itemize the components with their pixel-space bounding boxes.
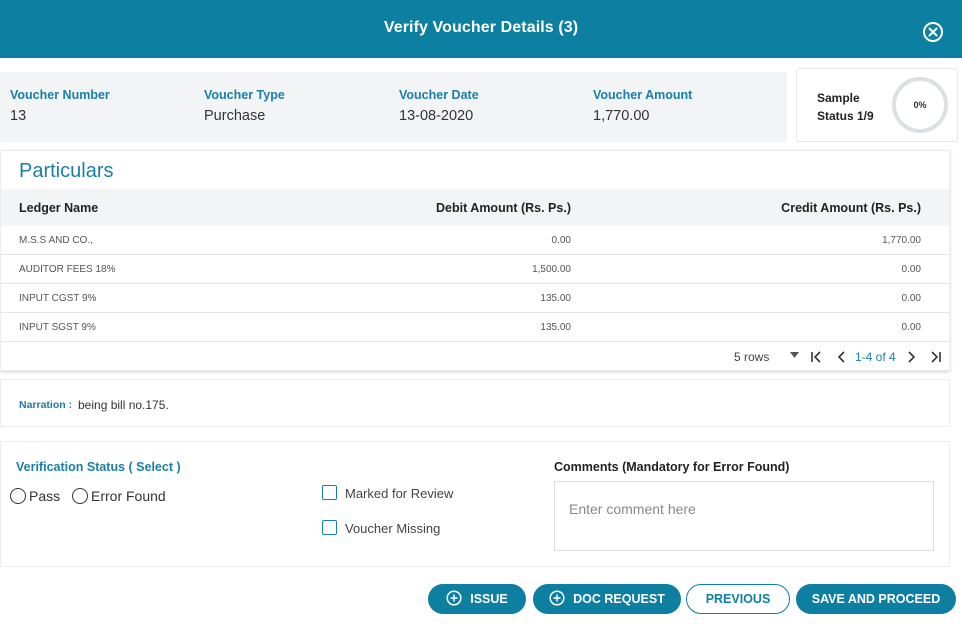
- pass-label[interactable]: Pass: [29, 488, 60, 504]
- table-row: M.S.S AND CO., 0.00 1,770.00: [1, 226, 949, 255]
- voucher-amount-field: Voucher Amount 1,770.00: [593, 88, 692, 124]
- row-ledger-name: M.S.S AND CO.,: [19, 235, 93, 246]
- voucher-number-field: Voucher Number 13: [10, 88, 110, 124]
- previous-page-icon[interactable]: [836, 351, 846, 363]
- row-credit-amount: 0.00: [901, 264, 921, 275]
- voucher-amount-label: Voucher Amount: [593, 88, 693, 102]
- table-header: Ledger Name Debit Amount (Rs. Ps.) Credi…: [1, 189, 949, 226]
- row-ledger-name: INPUT CGST 9%: [19, 293, 97, 304]
- row-debit-amount: 135.00: [540, 322, 571, 333]
- voucher-missing-checkbox[interactable]: [322, 520, 337, 535]
- voucher-type-value: Purchase: [204, 108, 266, 124]
- table-pager: 5 rows 1-4 of 4: [1, 343, 949, 371]
- comment-input[interactable]: [554, 481, 934, 551]
- add-circle-icon: [446, 590, 462, 606]
- next-page-icon[interactable]: [907, 351, 917, 363]
- sample-status-label: Sample Status 1/9: [817, 89, 874, 125]
- voucher-number-label: Voucher Number: [10, 88, 110, 102]
- marked-for-review-checkbox[interactable]: [322, 485, 337, 500]
- voucher-amount-value: 1,770.00: [593, 108, 650, 124]
- table-row: AUDITOR FEES 18% 1,500.00 0.00: [1, 255, 949, 284]
- voucher-info-panel: Voucher Number 13 Voucher Type Purchase …: [0, 72, 787, 142]
- voucher-type-label: Voucher Type: [204, 88, 285, 102]
- sample-status-card: Sample Status 1/9 0%: [796, 68, 958, 142]
- narration-label: Narration :: [19, 399, 73, 411]
- row-ledger-name: INPUT SGST 9%: [19, 322, 96, 333]
- row-credit-amount: 0.00: [901, 293, 921, 304]
- row-debit-amount: 135.00: [540, 293, 571, 304]
- save-and-proceed-button[interactable]: SAVE AND PROCEED: [796, 584, 956, 614]
- sample-label-line2: Status 1/9: [817, 109, 874, 123]
- table-row: INPUT SGST 9% 135.00 0.00: [1, 313, 949, 342]
- sample-label-line1: Sample: [817, 91, 860, 105]
- row-debit-amount: 1,500.00: [532, 264, 571, 275]
- particulars-panel: Particulars Ledger Name Debit Amount (Rs…: [0, 150, 950, 371]
- voucher-number-value: 13: [10, 108, 27, 124]
- row-debit-amount: 0.00: [551, 235, 571, 246]
- verification-status-title: Verification Status ( Select ): [16, 460, 181, 474]
- row-credit-amount: 1,770.00: [882, 235, 921, 246]
- rows-per-page-select[interactable]: 5 rows: [734, 350, 769, 364]
- narration-panel: Narration : being bill no.175.: [0, 379, 950, 427]
- doc-request-button-label: DOC REQUEST: [573, 592, 665, 606]
- table-row: INPUT CGST 9% 135.00 0.00: [1, 284, 949, 313]
- last-page-icon[interactable]: [930, 351, 942, 363]
- particulars-title: Particulars: [19, 160, 114, 182]
- marked-for-review-label[interactable]: Marked for Review: [345, 486, 453, 501]
- voucher-date-label: Voucher Date: [399, 88, 479, 102]
- row-credit-amount: 0.00: [901, 322, 921, 333]
- doc-request-button[interactable]: DOC REQUEST: [533, 584, 681, 614]
- column-debit-amount[interactable]: Debit Amount (Rs. Ps.): [436, 201, 571, 215]
- narration-text: being bill no.175.: [78, 398, 169, 412]
- voucher-type-field: Voucher Type Purchase: [204, 88, 285, 124]
- first-page-icon[interactable]: [810, 351, 822, 363]
- issue-button[interactable]: ISSUE: [428, 584, 526, 614]
- comments-label: Comments (Mandatory for Error Found): [554, 460, 790, 474]
- previous-button[interactable]: PREVIOUS: [686, 584, 790, 614]
- voucher-missing-label[interactable]: Voucher Missing: [345, 521, 440, 536]
- issue-button-label: ISSUE: [470, 592, 508, 606]
- add-circle-icon: [549, 590, 565, 606]
- dialog-header: Verify Voucher Details (3): [0, 0, 962, 58]
- voucher-date-value: 13-08-2020: [399, 108, 474, 124]
- row-ledger-name: AUDITOR FEES 18%: [19, 264, 116, 275]
- pass-radio[interactable]: [10, 488, 26, 504]
- sample-progress-percent: 0%: [913, 100, 927, 110]
- column-credit-amount[interactable]: Credit Amount (Rs. Ps.): [781, 201, 921, 215]
- column-ledger-name[interactable]: Ledger Name: [19, 201, 98, 215]
- caret-down-icon[interactable]: [790, 352, 799, 358]
- error-found-label[interactable]: Error Found: [91, 488, 166, 504]
- close-icon[interactable]: [922, 21, 944, 43]
- dialog-title: Verify Voucher Details (3): [383, 19, 579, 36]
- voucher-date-field: Voucher Date 13-08-2020: [399, 88, 479, 124]
- page-range: 1-4 of 4: [855, 350, 896, 364]
- verification-panel: Verification Status ( Select ) Pass Erro…: [0, 441, 950, 567]
- error-found-radio[interactable]: [72, 488, 88, 504]
